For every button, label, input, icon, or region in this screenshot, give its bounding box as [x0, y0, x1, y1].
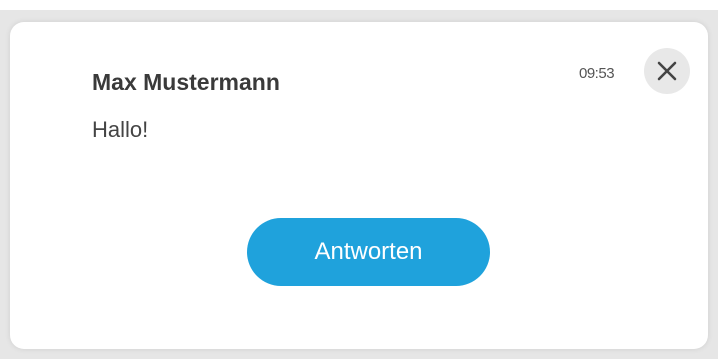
- sender-name: Max Mustermann: [92, 69, 280, 95]
- notification-card: Max Mustermann Hallo! 09:53 Antworten: [10, 22, 708, 349]
- timestamp: 09:53: [579, 65, 615, 82]
- top-strip: [0, 0, 718, 10]
- message-text: Hallo!: [92, 117, 149, 142]
- close-button[interactable]: [644, 48, 690, 94]
- reply-button[interactable]: Antworten: [247, 218, 490, 286]
- close-icon: [657, 61, 677, 81]
